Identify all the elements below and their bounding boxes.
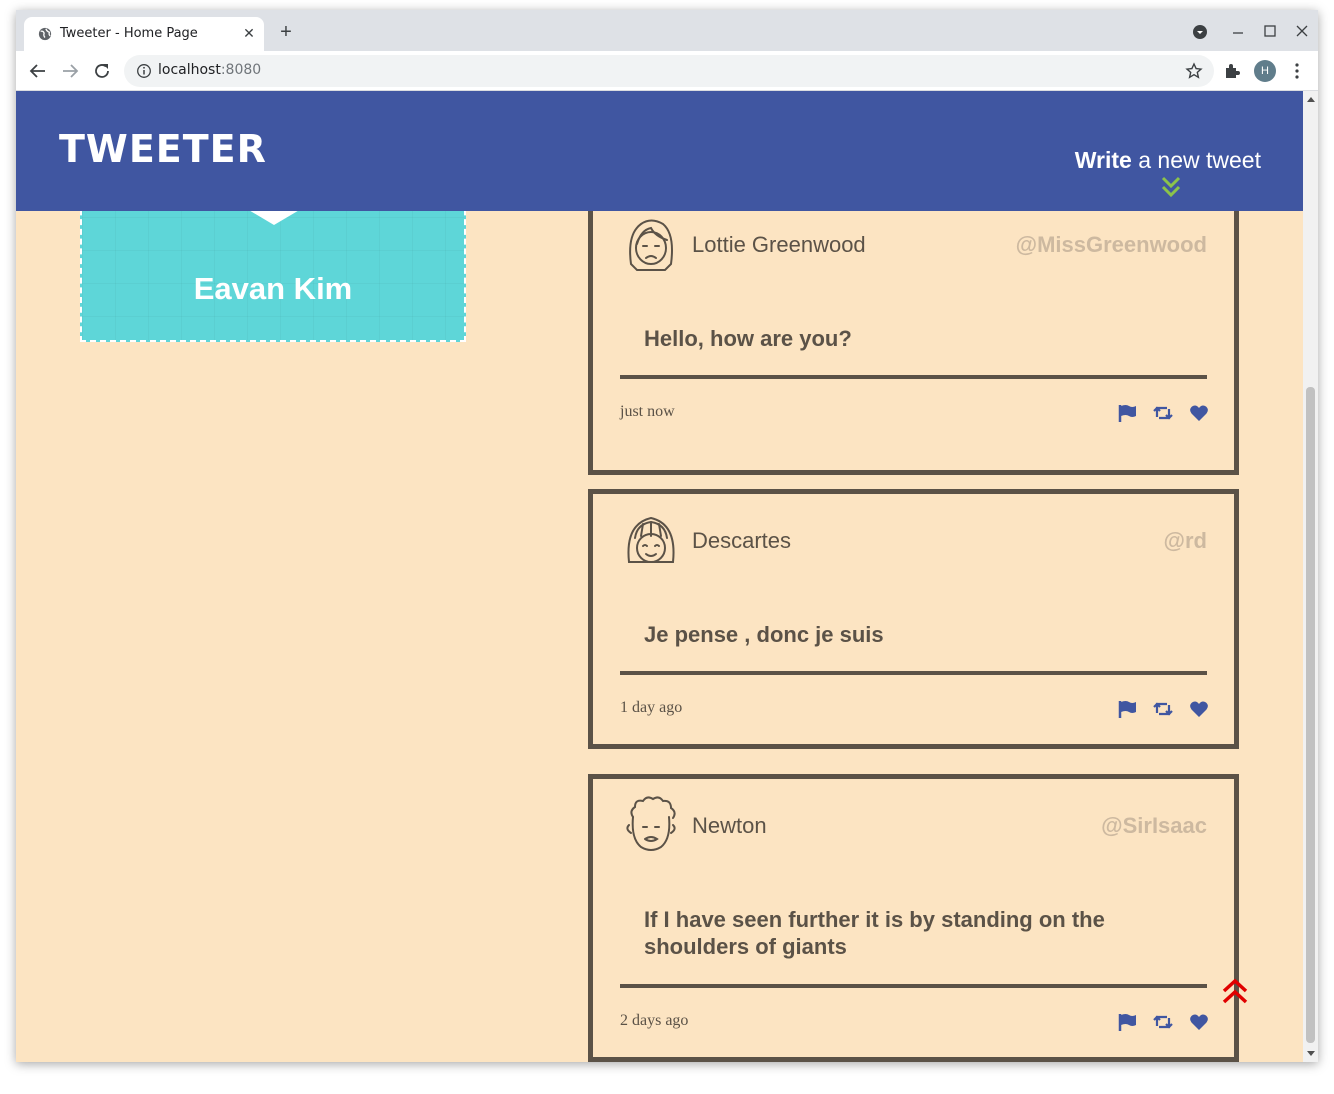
tweet-content: Je pense , donc je suis	[644, 622, 884, 647]
tweet-content: Hello, how are you?	[644, 326, 852, 351]
kebab-menu-icon[interactable]	[1286, 60, 1308, 82]
tweet-author-name: Newton	[692, 813, 767, 838]
browser-tab[interactable]: Tweeter - Home Page ✕	[24, 17, 264, 51]
tweet-card: Descartes @rd Je pense , donc je suis 1 …	[588, 489, 1239, 749]
tweet-author-name: Descartes	[692, 528, 792, 553]
tweet-actions	[1107, 1012, 1209, 1032]
tweet-author-handle: @MissGreenwood	[1015, 232, 1207, 257]
retweet-icon[interactable]	[1153, 699, 1173, 719]
flag-icon[interactable]	[1117, 403, 1137, 423]
tweet-card: Lottie Greenwood @MissGreenwood Hello, h…	[588, 193, 1239, 475]
tab-strip: Tweeter - Home Page ✕ +	[16, 10, 1318, 51]
top-nav: TWEETER Write a new tweet	[16, 91, 1303, 211]
tweet-content: If I have seen further it is by standing…	[644, 907, 1105, 959]
double-chevron-down-icon[interactable]	[1161, 175, 1181, 199]
tweet-author-name: Lottie Greenwood	[692, 232, 866, 257]
bookmark-star-icon[interactable]	[1184, 61, 1204, 81]
page-scrollbar[interactable]	[1303, 91, 1318, 1062]
tweet-timestamp: just now	[620, 403, 675, 420]
tweet-timestamp: 1 day ago	[620, 699, 683, 716]
tab-search-icon[interactable]	[1190, 22, 1210, 42]
flag-icon[interactable]	[1117, 699, 1137, 719]
page-viewport: TWEETER Write a new tweet Eavan Kim Lott…	[16, 91, 1318, 1062]
reload-icon[interactable]	[91, 60, 113, 82]
site-logo[interactable]: TWEETER	[59, 127, 267, 171]
tweet-divider	[620, 671, 1207, 675]
tweet-actions	[1107, 403, 1209, 423]
scroll-up-arrow-icon[interactable]	[1307, 97, 1315, 102]
extensions-puzzle-icon[interactable]	[1221, 60, 1243, 82]
url-text: localhost:8080	[158, 62, 261, 78]
scrollbar-thumb[interactable]	[1306, 387, 1315, 1043]
tweet-card: Newton @SirIsaac If I have seen further …	[588, 774, 1239, 1062]
minimize-icon[interactable]	[1228, 22, 1248, 42]
new-tab-button[interactable]: +	[276, 22, 296, 42]
heart-icon[interactable]	[1189, 1012, 1209, 1032]
browser-window: Tweeter - Home Page ✕ + localhost:8080 H…	[16, 10, 1318, 1062]
browser-toolbar: localhost:8080 H	[16, 51, 1318, 91]
back-arrow-icon[interactable]	[27, 60, 49, 82]
heart-icon[interactable]	[1189, 699, 1209, 719]
retweet-icon[interactable]	[1153, 1012, 1173, 1032]
girl-bangs-avatar-icon	[627, 516, 675, 563]
window-close-icon[interactable]	[1292, 22, 1312, 42]
forward-arrow-icon[interactable]	[59, 60, 81, 82]
write-bold: Write	[1074, 147, 1132, 173]
flag-icon[interactable]	[1117, 1012, 1137, 1032]
profile-name: Eavan Kim	[193, 271, 353, 306]
tweet-divider	[620, 984, 1207, 988]
profile-avatar[interactable]: H	[1254, 60, 1276, 82]
tab-title: Tweeter - Home Page	[60, 26, 198, 41]
tweet-timestamp: 2 days ago	[620, 1012, 689, 1029]
globe-icon	[38, 27, 52, 41]
maximize-icon[interactable]	[1260, 22, 1280, 42]
tweet-author-handle: @SirIsaac	[1101, 813, 1207, 838]
write-tweet-link[interactable]: Write a new tweet	[1075, 147, 1261, 174]
curly-hair-avatar-icon	[626, 796, 676, 851]
url-port: :8080	[220, 62, 262, 78]
write-rest: a new tweet	[1131, 147, 1261, 173]
url-host: localhost	[158, 62, 221, 78]
tab-close-icon[interactable]: ✕	[240, 24, 258, 42]
info-icon[interactable]	[136, 63, 152, 79]
tweet-divider	[620, 375, 1207, 379]
tweet-actions	[1107, 699, 1209, 719]
heart-icon[interactable]	[1189, 403, 1209, 423]
address-bar[interactable]: localhost:8080	[124, 55, 1214, 87]
tweet-author-handle: @rd	[1163, 528, 1207, 553]
retweet-icon[interactable]	[1153, 403, 1173, 423]
scroll-down-arrow-icon[interactable]	[1307, 1051, 1315, 1056]
girl-frown-avatar-icon	[629, 219, 673, 271]
double-chevron-up-icon[interactable]	[1221, 977, 1249, 1009]
